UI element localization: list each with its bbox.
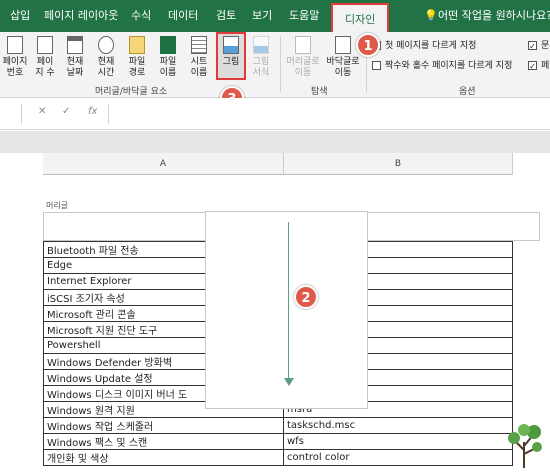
checkbox-icon <box>372 61 381 70</box>
group-label-options: 옵션 <box>459 87 476 97</box>
table-row: Windows 작업 스케줄러 taskschd.msc <box>43 417 513 434</box>
arrow-line <box>288 222 289 382</box>
sheet-name-button[interactable]: 시트 이름 <box>184 32 214 79</box>
current-date-button[interactable]: 현재 날짜 <box>60 32 90 79</box>
sheet-icon <box>191 36 207 54</box>
current-time-button[interactable]: 현재 시간 <box>91 32 121 79</box>
table-row: 개인화 및 색상 control color <box>43 449 513 466</box>
goto-footer-icon <box>335 36 351 54</box>
step-badge-2: 2 <box>294 285 318 309</box>
calendar-icon <box>67 36 83 54</box>
tab-help[interactable]: 도움말 <box>289 0 319 32</box>
clock-icon <box>98 36 114 54</box>
checkbox-checked-icon <box>528 61 537 70</box>
picture-format-button[interactable]: 그림 서식 <box>246 32 276 79</box>
cancel-icon[interactable]: ✕ <box>38 106 46 117</box>
name-box[interactable] <box>0 104 22 124</box>
group-label-elements: 머리글/바닥글 요소 <box>95 87 168 97</box>
arrow-down-icon <box>284 378 294 386</box>
excel-file-icon <box>160 36 176 54</box>
column-header-a[interactable]: A <box>43 153 284 175</box>
file-name-button[interactable]: 파일 이름 <box>153 32 183 79</box>
step-badge-1: 1 <box>356 33 380 57</box>
page-count-button[interactable]: 페이 지 수 <box>30 32 60 79</box>
tab-view[interactable]: 보기 <box>252 0 272 32</box>
goto-header-icon <box>295 36 311 54</box>
lightbulb-icon: 💡 <box>424 9 438 22</box>
table-row: Windows 팩스 및 스캔 wfs <box>43 433 513 450</box>
odd-even-different-option[interactable]: 짝수와 홀수 페이지를 다르게 지정 <box>372 60 512 72</box>
cell-b[interactable]: wfs <box>283 433 513 450</box>
cell-b[interactable]: control color <box>283 449 513 466</box>
enter-icon[interactable]: ✓ <box>62 106 70 117</box>
tab-insert[interactable]: 삽입 <box>10 0 30 32</box>
watermark-logo <box>508 424 542 468</box>
cell-a[interactable]: Windows 작업 스케줄러 <box>43 417 284 434</box>
file-path-button[interactable]: 파일 경로 <box>122 32 152 79</box>
cell-a[interactable]: Windows 팩스 및 스캔 <box>43 433 284 450</box>
first-page-different-option[interactable]: 첫 페이지를 다르게 지정 <box>372 40 476 52</box>
ribbon-tab-bar: 삽입 페이지 레이아웃 수식 데이터 검토 보기 도움말 디자인 💡 어떤 작업… <box>0 0 550 32</box>
formula-bar: ✕ ✓ fx <box>0 98 550 130</box>
tab-data[interactable]: 데이터 <box>168 0 198 32</box>
page-number-icon <box>7 36 23 54</box>
ruler-area <box>0 131 550 153</box>
picture-placeholder <box>205 211 368 409</box>
tell-me-input[interactable]: 어떤 작업을 원하시나요? <box>438 0 550 32</box>
align-with-margins-option[interactable]: 페이 <box>528 60 550 72</box>
ribbon-divider <box>280 36 281 92</box>
checkbox-checked-icon <box>528 41 537 50</box>
scale-with-document-option[interactable]: 문서 <box>528 40 550 52</box>
group-label-navigation: 탐색 <box>311 87 328 97</box>
tab-formulas[interactable]: 수식 <box>131 0 151 32</box>
picture-icon <box>223 36 239 54</box>
picture-button-content: 그림 <box>216 32 246 68</box>
fx-icon[interactable]: fx <box>88 106 97 117</box>
tab-review[interactable]: 검토 <box>216 0 236 32</box>
picture-button[interactable]: 그림 <box>216 32 246 80</box>
page-count-icon <box>37 36 53 54</box>
picture-format-icon <box>253 36 269 54</box>
folder-icon <box>129 36 145 54</box>
header-label: 머리글 <box>46 201 69 210</box>
tab-page-layout[interactable]: 페이지 레이아웃 <box>44 0 118 32</box>
formula-input[interactable] <box>108 104 550 124</box>
cell-b[interactable]: taskschd.msc <box>283 417 513 434</box>
column-header-b[interactable]: B <box>284 153 513 175</box>
cell-a[interactable]: 개인화 및 색상 <box>43 449 284 466</box>
page-number-button[interactable]: 페이지 번호 <box>0 32 30 79</box>
tab-design[interactable]: 디자인 <box>331 3 390 32</box>
goto-header-button[interactable]: 머리글로 이동 <box>283 32 323 79</box>
